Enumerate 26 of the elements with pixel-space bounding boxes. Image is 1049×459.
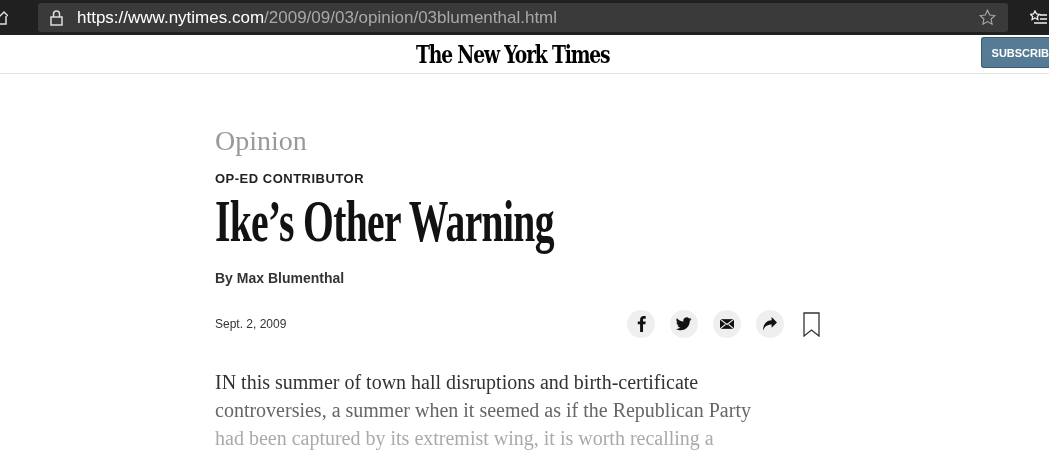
body-text-line: had been captured by its extremist wing, it is worth recalling a: [215, 426, 715, 452]
address-bar[interactable]: https://www.nytimes.com/2009/09/03/opinion/03blumenthal.html: [38, 3, 1008, 32]
date: Sept. 2, 2009: [215, 317, 287, 331]
bird-icon: [676, 317, 692, 331]
byline: By Max Blumenthal: [215, 270, 346, 286]
reading-list-icon[interactable]: [1030, 9, 1047, 26]
share-button[interactable]: [756, 310, 784, 338]
facebook-button[interactable]: [627, 310, 655, 338]
star-icon[interactable]: [979, 9, 996, 26]
bookmark-icon[interactable]: [803, 311, 820, 337]
headline: Ike’s Other Warning: [215, 187, 554, 256]
envelope-icon: [720, 319, 734, 329]
twitter-button[interactable]: [670, 310, 698, 338]
lock-icon: [50, 9, 63, 26]
section-label: Opinion: [215, 125, 308, 157]
facebook-icon: [636, 316, 646, 332]
home-icon[interactable]: [0, 9, 8, 26]
email-button[interactable]: [713, 310, 741, 338]
logo[interactable]: The New York Times: [416, 39, 610, 69]
url-path: /2009/09/03/opinion/03blumenthal.html: [264, 7, 558, 28]
body-text-line: controversies, a summer when it seemed as if the Republican Party: [215, 398, 752, 424]
url-host: https://www.nytimes.com: [77, 7, 265, 28]
body-text-line: IN this summer of town hall disruptions and birth-certificate: [215, 370, 700, 396]
subscribe-button[interactable]: SUBSCRIB: [980, 37, 1049, 68]
share-arrow-icon: [763, 317, 777, 331]
kicker: OP-ED CONTRIBUTOR: [215, 171, 366, 186]
